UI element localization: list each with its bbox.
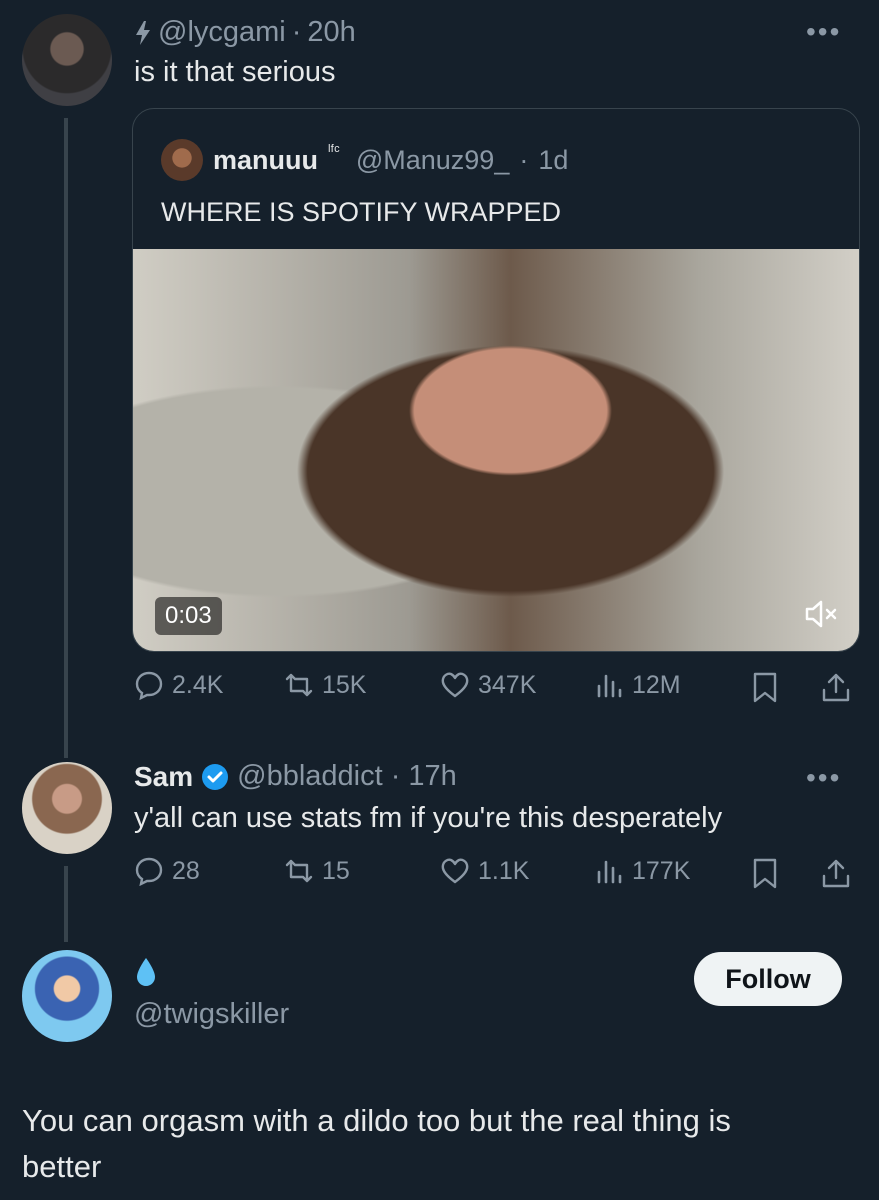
quoted-text: WHERE IS SPOTIFY WRAPPED	[161, 197, 562, 227]
tweet3-text-line1: You can orgasm with a dildo too but the …	[22, 1103, 731, 1138]
separator-dot: ·	[519, 144, 529, 175]
views-button[interactable]: 12M	[594, 670, 681, 700]
quoted-time[interactable]: 1d	[538, 145, 568, 176]
tweet2-text: y'all can use stats fm if you're this de…	[134, 802, 723, 834]
tweet1-header: @lycgami · 20h	[134, 16, 356, 49]
tweet1-handle[interactable]: @lycgami	[158, 16, 286, 49]
tweet3-handle[interactable]: @twigskiller	[134, 998, 289, 1031]
avatar-twigskiller[interactable]	[22, 950, 112, 1042]
reply-icon	[135, 671, 163, 700]
like-count: 347K	[478, 670, 537, 699]
reply-count: 2.4K	[172, 670, 224, 699]
tweet3-text: You can orgasm with a dildo too but the …	[22, 1098, 862, 1190]
more-options-icon[interactable]: •••	[806, 762, 841, 794]
tweet1-text: is it that serious	[134, 56, 336, 88]
share-icon[interactable]	[820, 858, 852, 890]
video-player[interactable]: 0:03	[133, 249, 859, 651]
retweet-icon	[285, 673, 313, 697]
view-count: 177K	[632, 856, 691, 885]
tweet2-time[interactable]: 17h	[408, 760, 456, 793]
heart-icon	[441, 672, 469, 698]
display-name-emoji	[134, 956, 158, 996]
video-duration: 0:03	[155, 597, 222, 635]
avatar-lycgami[interactable]	[22, 14, 112, 106]
retweet-icon	[285, 859, 313, 883]
tweet2-name[interactable]: Sam	[134, 761, 193, 793]
thread-line	[64, 118, 68, 758]
verified-badge-icon	[202, 763, 229, 790]
views-icon	[597, 860, 622, 884]
retweet-count: 15	[322, 856, 350, 885]
retweet-button[interactable]: 15	[284, 856, 350, 886]
like-button[interactable]: 347K	[440, 670, 536, 700]
like-button[interactable]: 1.1K	[440, 856, 529, 886]
quoted-name-suffix: ˡᶠᶜ	[328, 143, 340, 160]
reply-count: 28	[172, 856, 200, 885]
tweet2-header: Sam @bbladdict · 17h	[134, 760, 457, 793]
lightning-icon	[136, 20, 150, 45]
droplet-icon	[137, 958, 155, 986]
views-button[interactable]: 177K	[594, 856, 690, 886]
tweet1-time[interactable]: 20h	[307, 16, 355, 49]
tweet3-text-line2: better	[22, 1149, 102, 1184]
avatar-bbladdict[interactable]	[22, 762, 112, 854]
reply-button[interactable]: 2.4K	[134, 670, 223, 700]
thread-line	[64, 866, 68, 942]
views-icon	[597, 674, 622, 698]
bookmark-icon[interactable]	[750, 858, 780, 890]
separator-dot: ·	[390, 760, 401, 792]
retweet-button[interactable]: 15K	[284, 670, 366, 700]
separator-dot: ·	[291, 16, 302, 48]
quoted-tweet-card[interactable]: manuuu ˡᶠᶜ @Manuz99_ · 1d WHERE IS SPOTI…	[132, 108, 860, 652]
quoted-tweet-header: manuuu ˡᶠᶜ @Manuz99_ · 1d	[161, 139, 568, 181]
heart-icon	[441, 858, 469, 884]
bookmark-icon[interactable]	[750, 672, 780, 704]
more-options-icon[interactable]: •••	[806, 16, 841, 48]
tweet2-handle[interactable]: @bbladdict	[237, 760, 383, 793]
retweet-count: 15K	[322, 670, 367, 699]
view-count: 12M	[632, 670, 681, 699]
reply-button[interactable]: 28	[134, 856, 200, 886]
like-count: 1.1K	[478, 856, 530, 885]
avatar-manuz99[interactable]	[161, 139, 203, 181]
reply-icon	[135, 857, 163, 886]
quoted-name[interactable]: manuuu	[213, 145, 318, 176]
share-icon[interactable]	[820, 672, 852, 704]
volume-mute-icon[interactable]	[805, 599, 839, 629]
follow-button[interactable]: Follow	[694, 952, 842, 1006]
quoted-handle[interactable]: @Manuz99_	[356, 145, 510, 176]
